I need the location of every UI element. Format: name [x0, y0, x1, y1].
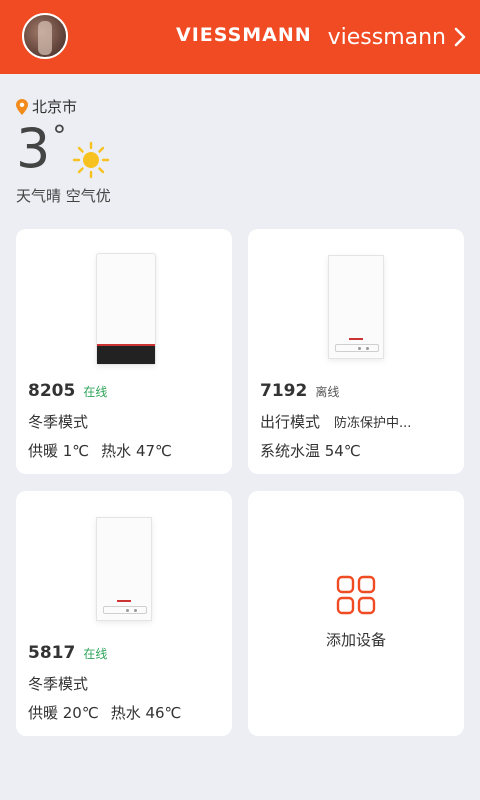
device-mode: 冬季模式 — [28, 413, 89, 431]
brand-link[interactable]: viessmann — [328, 22, 466, 52]
device-card-5817[interactable]: 5817 在线 冬季模式 供暖 20℃ 热水 46℃ — [16, 491, 232, 736]
app-header: VIESSMANN viessmann — [0, 0, 480, 74]
device-id: 5817 — [28, 643, 76, 663]
device-id: 8205 — [28, 381, 76, 401]
weather-panel: 北京市 3 ° 天气晴 空气优 — [16, 96, 111, 206]
device-card-8205[interactable]: 8205 在线 冬季模式 供暖 1℃ 热水 47℃ — [16, 229, 232, 474]
chevron-right-icon — [454, 27, 466, 47]
location[interactable]: 北京市 — [16, 96, 111, 117]
add-device-label: 添加设备 — [325, 631, 386, 649]
location-pin-icon — [16, 98, 28, 115]
degree-symbol: ° — [52, 119, 67, 152]
sun-icon — [73, 141, 110, 179]
add-device-card[interactable]: 添加设备 — [248, 491, 464, 736]
boiler-image — [96, 517, 152, 621]
boiler-image — [96, 253, 156, 365]
device-id: 7192 — [260, 381, 308, 401]
device-mode: 出行模式 — [260, 413, 321, 431]
hot-water-value: 热水 47℃ — [101, 442, 172, 460]
avatar[interactable] — [22, 13, 68, 59]
boiler-image — [328, 255, 384, 359]
device-mode: 冬季模式 — [28, 675, 89, 693]
device-status: 在线 — [83, 647, 108, 661]
device-status: 离线 — [315, 385, 340, 399]
weather-description: 天气晴 空气优 — [16, 187, 111, 205]
heating-value: 供暖 20℃ — [28, 704, 99, 722]
device-status: 在线 — [83, 385, 108, 399]
city-name: 北京市 — [32, 98, 78, 116]
device-card-7192[interactable]: 7192 离线 出行模式 防冻保护中... 系统水温 54℃ — [248, 229, 464, 474]
temperature-value: 3 — [16, 117, 51, 180]
brand-logo: VIESSMANN — [176, 24, 312, 46]
add-device-grid-icon — [336, 575, 376, 615]
brand-link-label: viessmann — [327, 24, 446, 50]
hot-water-value: 热水 46℃ — [110, 704, 182, 722]
heating-value: 供暖 1℃ — [28, 442, 90, 460]
temperature-row: 3 ° — [16, 119, 111, 179]
system-temp-value: 系统水温 54℃ — [260, 442, 361, 460]
mode-note: 防冻保护中... — [334, 416, 412, 431]
